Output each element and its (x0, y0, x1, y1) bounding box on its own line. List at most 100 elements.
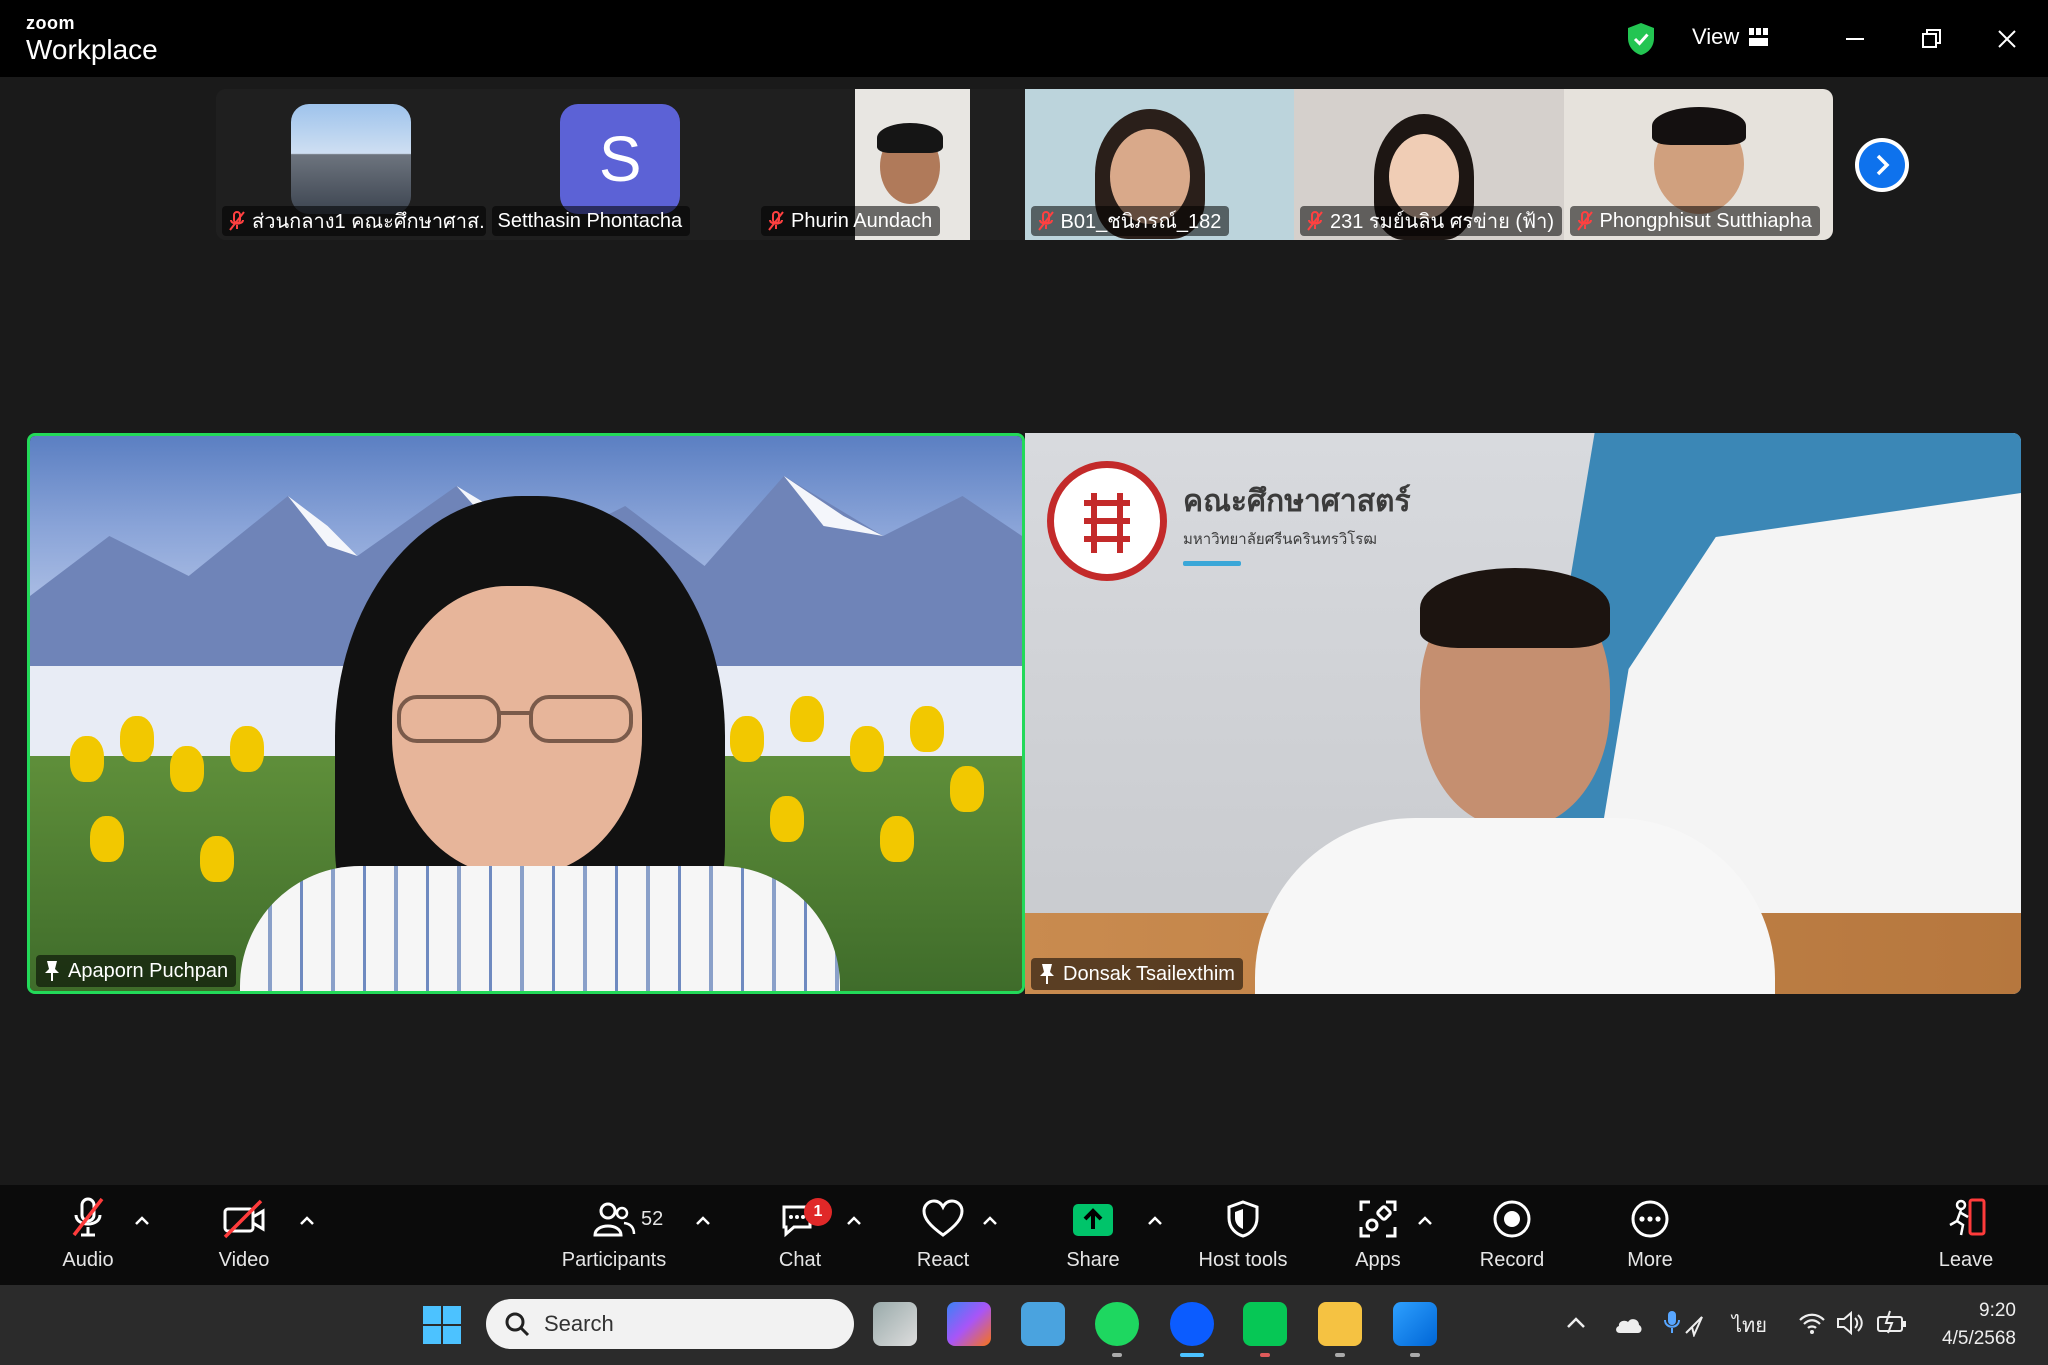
apps-button[interactable]: Apps (1338, 1185, 1418, 1285)
brand-large: Workplace (26, 34, 158, 65)
mic-muted-icon (1307, 211, 1323, 231)
task-view-icon[interactable] (873, 1302, 917, 1346)
mic-muted-icon (72, 1197, 104, 1237)
react-button[interactable]: React (903, 1185, 983, 1285)
encryption-shield-icon[interactable] (1626, 22, 1656, 56)
faculty-underline (1183, 561, 1241, 566)
minimize-button[interactable] (1838, 22, 1872, 56)
participant-name: Setthasin Phontacha (497, 209, 683, 232)
participants-options-caret[interactable] (693, 1211, 713, 1231)
participant-tile[interactable]: 231 รมย์นลิน ศรข่าย (ฟ้า) (1294, 89, 1564, 240)
participant-name: B01_ชนิภรณ์_182 (1060, 211, 1222, 233)
video-person-hair (877, 123, 943, 153)
minimize-icon (1846, 38, 1864, 40)
tulip (170, 746, 204, 792)
clock-date: 4/5/2568 (1942, 1328, 2016, 1349)
chat-options-caret[interactable] (844, 1211, 864, 1231)
spotify-icon[interactable] (1095, 1302, 1139, 1346)
participants-button[interactable]: Participants (554, 1185, 674, 1285)
avatar-initial: S (598, 123, 642, 195)
zoom-logo: zoom Workplace (26, 14, 158, 64)
close-icon (1998, 30, 2016, 48)
more-button[interactable]: More (1610, 1185, 1690, 1285)
running-indicator (1260, 1353, 1270, 1357)
cloud-icon[interactable] (1612, 1313, 1644, 1335)
copilot-icon[interactable] (947, 1302, 991, 1346)
tulip (790, 696, 824, 742)
search-placeholder: Search (544, 1311, 614, 1336)
shield-icon (1227, 1200, 1259, 1238)
tulip (200, 836, 234, 882)
tulip (850, 726, 884, 772)
battery-icon[interactable] (1876, 1309, 1908, 1335)
share-button[interactable]: Share (1053, 1185, 1133, 1285)
record-button[interactable]: Record (1472, 1185, 1552, 1285)
participant-tile[interactable]: S Setthasin Phontacha (485, 89, 755, 240)
zoom-taskbar-icon[interactable] (1170, 1302, 1214, 1346)
notepad-icon[interactable] (1021, 1302, 1065, 1346)
tulip (910, 706, 944, 752)
pin-icon (1040, 964, 1054, 984)
glasses (397, 695, 633, 743)
pin-icon (45, 961, 59, 981)
chat-button[interactable]: Chat (760, 1185, 840, 1285)
next-page-button[interactable] (1855, 138, 1909, 192)
leave-button[interactable]: Leave (1926, 1185, 2006, 1285)
apps-label: Apps (1355, 1249, 1401, 1271)
tulip (770, 796, 804, 842)
close-button[interactable] (1990, 22, 2024, 56)
video-button[interactable]: Video (204, 1185, 284, 1285)
chevron-up-icon[interactable] (1565, 1315, 1587, 1331)
restore-button[interactable] (1914, 22, 1948, 56)
participant-video[interactable]: คณะศึกษาศาสตร์ มหาวิทยาลัยศรีนครินทรวิโร… (1025, 433, 2021, 994)
mic-location-icon[interactable] (1664, 1309, 1704, 1337)
tulip (880, 816, 914, 862)
audio-label: Audio (62, 1249, 114, 1271)
faculty-title: คณะศึกษาศาสตร์ (1183, 485, 1411, 518)
faculty-banner: คณะศึกษาศาสตร์ มหาวิทยาลัยศรีนครินทรวิโร… (1183, 478, 1411, 566)
video-label: Video (218, 1249, 270, 1271)
avatar: S (560, 104, 681, 214)
video-off-icon (223, 1199, 265, 1239)
record-label: Record (1479, 1249, 1545, 1271)
tulip (90, 816, 124, 862)
file-explorer-icon[interactable] (1318, 1302, 1362, 1346)
video-person-hair (1651, 107, 1746, 145)
apps-options-caret[interactable] (1415, 1211, 1435, 1231)
system-clock[interactable]: 9:20 4/5/2568 (1924, 1297, 2016, 1353)
line-icon[interactable] (1243, 1302, 1287, 1346)
chat-unread-badge: 1 (804, 1198, 832, 1226)
participant-name: ส่วนกลาง1 คณะศึกษาศาส... (252, 211, 486, 233)
video-options-caret[interactable] (297, 1211, 317, 1231)
active-speaker-video[interactable]: Apaporn Puchpan (27, 433, 1025, 994)
participant-name-tag: Setthasin Phontacha (491, 206, 691, 236)
react-options-caret[interactable] (980, 1211, 1000, 1231)
audio-button[interactable]: Audio (48, 1185, 128, 1285)
photos-icon[interactable] (1393, 1302, 1437, 1346)
participants-label: Participants (561, 1249, 667, 1271)
search-icon (505, 1312, 530, 1337)
audio-options-caret[interactable] (132, 1211, 152, 1231)
view-button[interactable]: View (1692, 24, 1769, 50)
video-person-shirt (240, 866, 840, 991)
participant-name-tag: Donsak Tsailexthim (1031, 958, 1243, 990)
wifi-icon[interactable] (1798, 1311, 1826, 1335)
mic-muted-icon (1576, 211, 1593, 231)
participant-tile[interactable]: B01_ชนิภรณ์_182 (1024, 89, 1294, 240)
share-options-caret[interactable] (1145, 1211, 1165, 1231)
grid-icon (1749, 28, 1769, 46)
share-screen-icon (1073, 1204, 1113, 1236)
language-indicator[interactable]: ไทย (1732, 1309, 1767, 1341)
mic-muted-icon (1037, 211, 1054, 231)
participant-tile[interactable]: ส่วนกลาง1 คณะศึกษาศาส... (216, 89, 486, 240)
running-indicator (1410, 1353, 1420, 1357)
participant-tile[interactable]: Phongphisut Sutthiapha (1563, 89, 1833, 240)
host-tools-button[interactable]: Host tools (1188, 1185, 1298, 1285)
meeting-toolbar: Audio Video Participants Chat React Shar… (0, 1185, 2048, 1285)
faculty-logo (1047, 461, 1167, 581)
windows-start-icon[interactable] (422, 1305, 462, 1345)
tulip (230, 726, 264, 772)
participant-tile[interactable]: Phurin Aundach (755, 89, 1025, 240)
taskbar-search[interactable]: Search (486, 1299, 854, 1349)
volume-icon[interactable] (1836, 1311, 1864, 1335)
